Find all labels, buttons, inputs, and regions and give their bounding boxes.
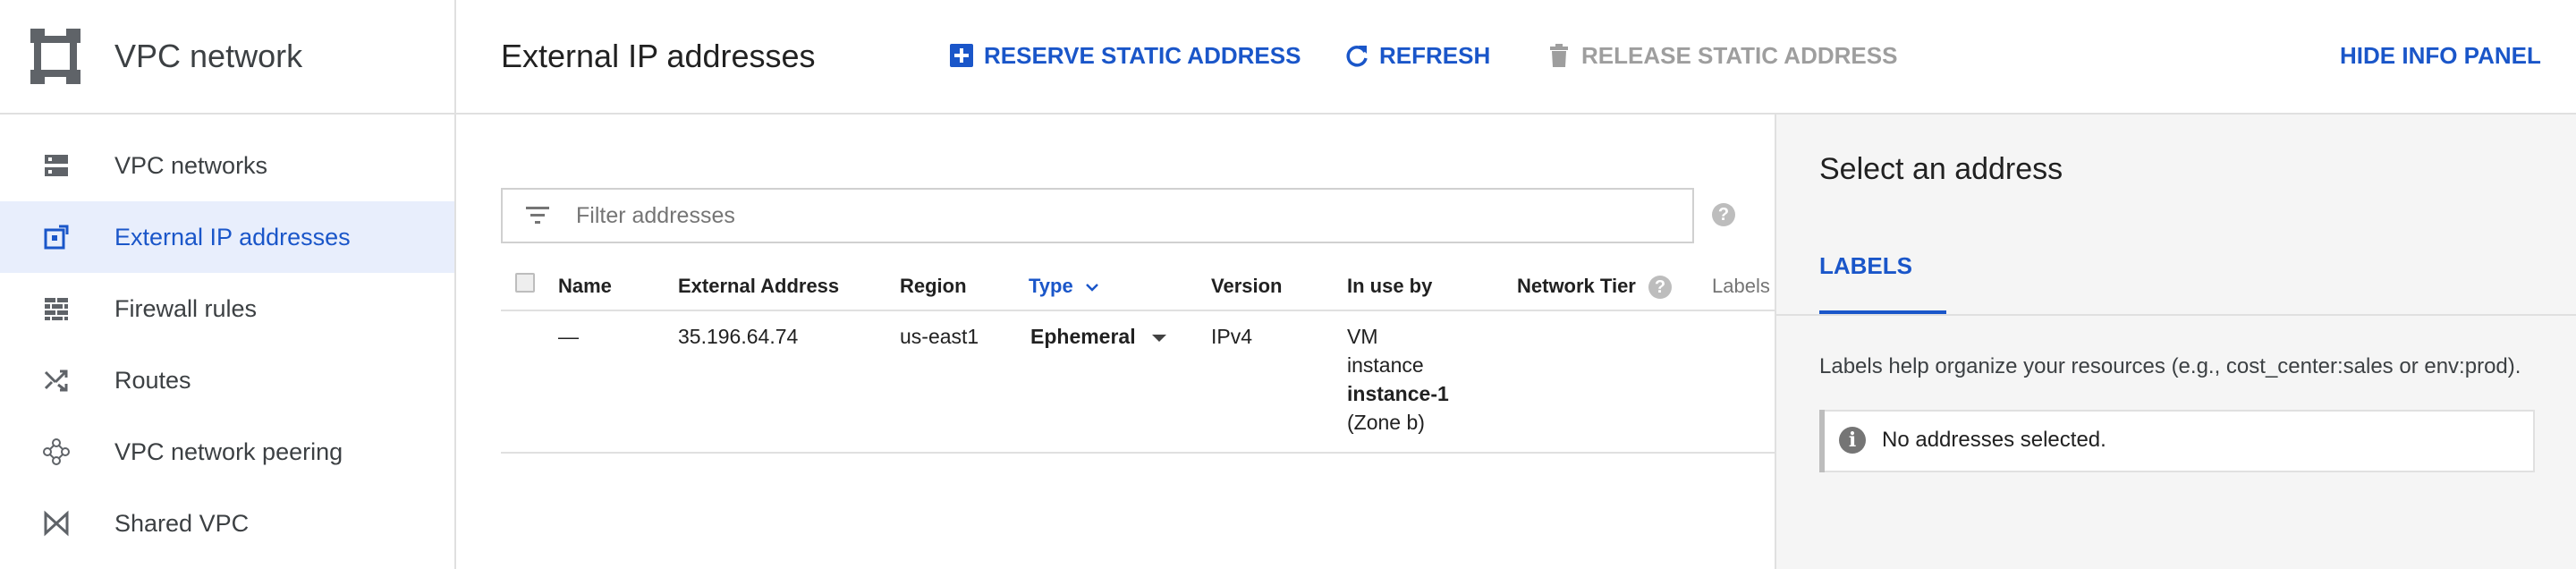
release-static-address-label: RELEASE STATIC ADDRESS: [1581, 41, 1898, 69]
hide-info-panel-button[interactable]: HIDE INFO PANEL: [2340, 36, 2541, 75]
sidebar-item-routes[interactable]: Routes: [0, 344, 454, 416]
cell-type: Ephemeral: [1030, 325, 1136, 348]
info-panel-description: Labels help organize your resources (e.g…: [1819, 354, 2521, 378]
column-header-version[interactable]: Version: [1211, 268, 1282, 304]
tab-labels[interactable]: LABELS: [1819, 252, 1912, 280]
instance-link[interactable]: instance-1: [1347, 379, 1449, 408]
sidebar-item-label: Firewall rules: [114, 295, 258, 322]
column-header-in-use-by[interactable]: In use by: [1347, 268, 1432, 304]
cell-external-address: 35.196.64.74: [678, 325, 799, 348]
in-use-by-line: (Zone b): [1347, 411, 1425, 434]
column-header-external-address[interactable]: External Address: [678, 268, 839, 304]
sidebar-item-label: VPC networks: [114, 152, 268, 179]
reserve-static-address-label: RESERVE STATIC ADDRESS: [984, 41, 1301, 69]
table-row-divider: [501, 452, 1775, 454]
sidebar-item-label: Routes: [114, 367, 191, 394]
refresh-icon: [1346, 46, 1368, 67]
refresh-label: REFRESH: [1379, 41, 1491, 69]
notice-accent-bar: [1819, 410, 1825, 472]
in-use-by-line: VM: [1347, 325, 1378, 348]
release-static-address-button[interactable]: RELEASE STATIC ADDRESS: [1546, 36, 1897, 75]
tabs-divider: [1776, 314, 2576, 316]
filter-input[interactable]: [576, 190, 1649, 242]
select-all-checkbox[interactable]: [515, 273, 535, 293]
sidebar-item-vpc-network-peering[interactable]: VPC network peering: [0, 416, 454, 488]
cell-in-use-by: VM instance instance-1 (Zone b): [1347, 322, 1449, 437]
sidebar-item-firewall-rules[interactable]: Firewall rules: [0, 273, 454, 344]
product-title: VPC network: [114, 38, 303, 74]
vpc-network-icon: [30, 29, 80, 84]
sidebar-item-vpc-networks[interactable]: VPC networks: [0, 130, 454, 201]
page-title: External IP addresses: [501, 38, 816, 74]
column-header-network-tier[interactable]: Network Tier ?: [1517, 268, 1672, 304]
sidebar-item-label: External IP addresses: [114, 224, 351, 251]
table-header-divider: [501, 310, 1775, 311]
vpc-networks-icon: [45, 155, 68, 176]
column-header-name[interactable]: Name: [558, 268, 612, 304]
cell-version: IPv4: [1211, 325, 1253, 348]
trash-icon: [1550, 44, 1568, 67]
peering-icon: [43, 438, 70, 465]
column-header-network-tier-label: Network Tier: [1517, 275, 1636, 297]
cell-region: us-east1: [900, 325, 979, 348]
add-box-icon: [950, 44, 973, 67]
help-icon[interactable]: ?: [1712, 203, 1735, 226]
cell-name: —: [558, 325, 579, 348]
info-panel-title: Select an address: [1819, 152, 2063, 186]
sidebar-item-label: Shared VPC: [114, 510, 250, 537]
column-header-type-label: Type: [1029, 275, 1073, 297]
column-header-region[interactable]: Region: [900, 268, 967, 304]
chevron-down-icon: [1085, 284, 1098, 292]
external-ip-icon: [44, 225, 69, 250]
hide-info-panel-label: HIDE INFO PANEL: [2340, 41, 2541, 69]
reserve-static-address-button[interactable]: RESERVE STATIC ADDRESS: [948, 36, 1301, 75]
column-header-labels[interactable]: Labels: [1712, 268, 1770, 304]
sidebar-item-external-ip-addresses[interactable]: External IP addresses: [0, 201, 454, 273]
filter-icon: [526, 207, 549, 224]
dropdown-arrow-icon: [1152, 334, 1166, 342]
shared-vpc-icon: [44, 510, 69, 537]
refresh-button[interactable]: REFRESH: [1343, 36, 1490, 75]
firewall-icon: [45, 298, 68, 320]
sidebar-item-shared-vpc[interactable]: Shared VPC: [0, 488, 454, 559]
routes-icon: [44, 369, 68, 392]
help-icon[interactable]: ?: [1648, 276, 1672, 300]
info-icon: i: [1839, 427, 1866, 454]
column-header-type[interactable]: Type: [1029, 268, 1100, 304]
notice-text: No addresses selected.: [1882, 428, 2106, 452]
type-dropdown[interactable]: Ephemeral: [1030, 322, 1168, 351]
sidebar-item-label: VPC network peering: [114, 438, 343, 465]
in-use-by-line: instance: [1347, 353, 1424, 377]
